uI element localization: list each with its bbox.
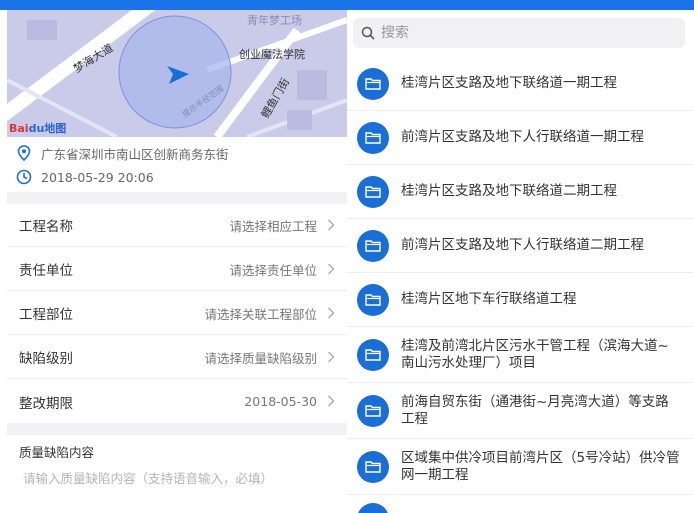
project-list-item[interactable]: 区域集中供冷项目前湾片区（5号冷站）供冷管网一期工程 xyxy=(347,439,694,495)
project-list-item[interactable]: 前海自贸东街（通港街~月亮湾大道）等支路工程 xyxy=(347,383,694,439)
form-row-project-part[interactable]: 工程部位 请选择关联工程部位 xyxy=(7,292,347,335)
project-list-item[interactable]: 前湾片区支路及地下人行联络道二期工程 xyxy=(347,219,694,273)
chevron-right-icon xyxy=(328,219,335,231)
map-roads xyxy=(7,10,347,137)
project-title: 桂湾片区支路及地下联络道二期工程 xyxy=(401,183,617,199)
chevron-right-icon xyxy=(328,307,335,319)
time-row: 2018-05-29 20:06 xyxy=(7,164,347,190)
form-label: 缺陷级别 xyxy=(19,351,73,367)
form-row-responsible-unit[interactable]: 责任单位 请选择责任单位 xyxy=(7,248,347,291)
defect-content-label: 质量缺陷内容 xyxy=(19,445,95,460)
project-list-item[interactable]: 前湾片区支路及地下人行联络道一期工程 xyxy=(347,111,694,165)
datetime-text: 2018-05-29 20:06 xyxy=(41,169,154,185)
project-title: 前湾片区支路及地下人行联络道一期工程 xyxy=(401,129,644,145)
folder-icon xyxy=(357,503,389,513)
section-divider xyxy=(7,423,347,435)
location-row: 广东省深圳市南山区创新商务东街 xyxy=(7,140,347,166)
form-row-defect-level[interactable]: 缺陷级别 请选择质量缺陷级别 xyxy=(7,336,347,379)
form-label: 工程部位 xyxy=(19,307,73,323)
inspection-form-panel: 梦海大道 创业魔法学院 鲤鱼门街 青年梦工场 提示半径范围 Baidu地图 广东… xyxy=(7,10,347,513)
form-value: 请选择责任单位 xyxy=(229,262,317,278)
map-label-poi-top: 青年梦工场 xyxy=(247,14,302,27)
project-list-item-partial[interactable] xyxy=(347,497,694,513)
folder-icon xyxy=(357,394,389,427)
project-title: 区域集中供冷项目前湾片区（5号冷站）供冷管网一期工程 xyxy=(401,449,680,483)
project-list-item[interactable]: 桂湾及前湾北片区污水干管工程（滨海大道~南山污水处理厂）项目 xyxy=(347,327,694,383)
project-title: 前湾片区支路及地下人行联络道二期工程 xyxy=(401,237,644,253)
form-label: 整改期限 xyxy=(19,395,73,412)
folder-icon xyxy=(357,67,389,100)
form-row-rectify-deadline[interactable]: 整改期限 2018-05-30 xyxy=(7,380,347,423)
map-label-poi: 创业魔法学院 xyxy=(239,48,305,61)
section-divider xyxy=(7,192,347,204)
clock-icon xyxy=(7,169,41,185)
form-label: 工程名称 xyxy=(19,219,73,235)
form-label: 责任单位 xyxy=(19,263,73,279)
project-title: 桂湾片区地下车行联络道工程 xyxy=(401,291,577,307)
folder-icon xyxy=(357,338,389,371)
project-title: 桂湾及前湾北片区污水干管工程（滨海大道~南山污水处理厂）项目 xyxy=(401,337,669,371)
location-text: 广东省深圳市南山区创新商务东街 xyxy=(41,146,229,162)
location-pin-icon xyxy=(7,145,41,161)
project-list-item[interactable]: 桂湾片区支路及地下联络道一期工程 xyxy=(347,57,694,111)
logo-text-b: du地图 xyxy=(28,122,67,135)
defect-content-input[interactable]: 请输入质量缺陷内容（支持语音输入，必填） xyxy=(23,468,333,487)
chevron-right-icon xyxy=(328,395,335,407)
chevron-right-icon xyxy=(328,351,335,363)
project-list-item[interactable]: 桂湾片区支路及地下联络道二期工程 xyxy=(347,165,694,219)
form-value: 请选择质量缺陷级别 xyxy=(204,350,317,366)
form-value: 请选择相应工程 xyxy=(229,218,317,234)
folder-icon xyxy=(357,229,389,262)
folder-icon xyxy=(357,175,389,208)
form-row-project-name[interactable]: 工程名称 请选择相应工程 xyxy=(7,204,347,247)
project-picker-panel: 桂湾片区支路及地下联络道一期工程 前湾片区支路及地下人行联络道一期工程 桂湾片区… xyxy=(347,10,694,513)
logo-text-a: Bai xyxy=(9,122,29,135)
baidu-map-logo: Baidu地图 xyxy=(9,120,66,136)
project-title: 前海自贸东街（通港街~月亮湾大道）等支路工程 xyxy=(401,393,669,427)
folder-icon xyxy=(357,450,389,483)
form-value: 2018-05-30 xyxy=(244,394,317,409)
search-input[interactable] xyxy=(381,25,661,41)
form-value: 请选择关联工程部位 xyxy=(204,306,317,322)
map-view[interactable]: 梦海大道 创业魔法学院 鲤鱼门街 青年梦工场 提示半径范围 Baidu地图 xyxy=(7,10,347,137)
project-list-item[interactable]: 桂湾片区地下车行联络道工程 xyxy=(347,273,694,327)
folder-icon xyxy=(357,121,389,154)
status-bar xyxy=(0,0,694,10)
search-bar[interactable] xyxy=(353,18,685,48)
project-title: 桂湾片区支路及地下联络道一期工程 xyxy=(401,75,617,91)
folder-icon xyxy=(357,283,389,316)
chevron-right-icon xyxy=(328,263,335,275)
search-icon xyxy=(361,26,375,40)
